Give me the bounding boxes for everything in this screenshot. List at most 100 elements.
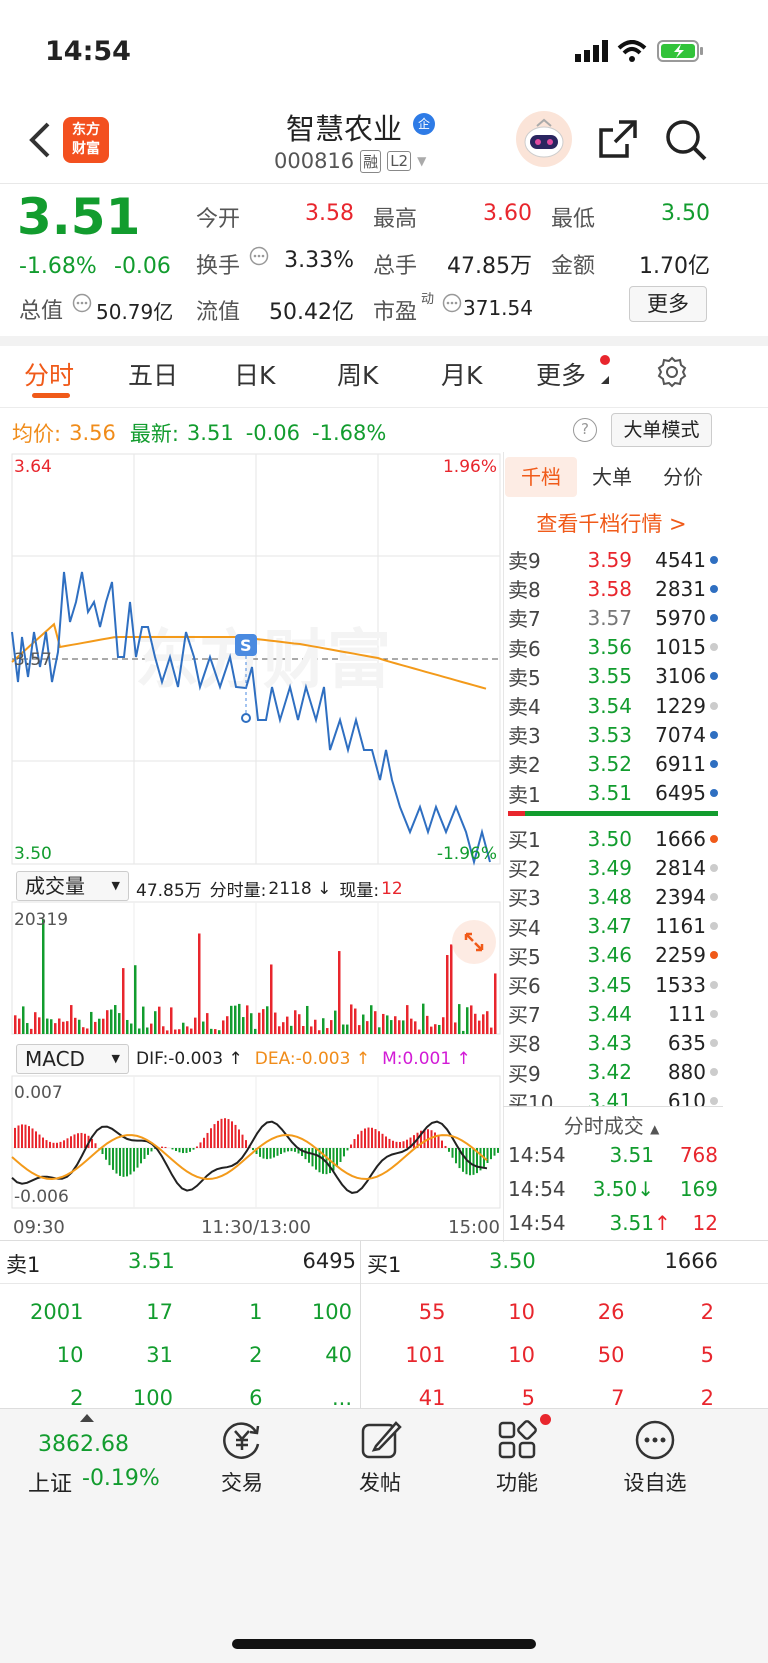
queue-cell: 2 — [70, 1385, 84, 1410]
turnover-info-icon[interactable] — [249, 246, 269, 266]
search-icon[interactable] — [664, 118, 708, 162]
back-icon[interactable] — [26, 120, 52, 160]
queue-cell: 10 — [508, 1342, 535, 1367]
level-label: 卖2 — [508, 753, 541, 778]
help-icon[interactable]: ? — [573, 418, 597, 442]
function-button[interactable]: 功能 — [480, 1418, 554, 1497]
volume-bar — [258, 1012, 261, 1034]
volume-bar — [430, 1026, 433, 1034]
thousand-link[interactable]: 查看千档行情 > — [505, 508, 718, 538]
index-percent[interactable]: -0.19% — [82, 1466, 160, 1491]
sell-level-8[interactable]: 卖8 3.58 2831 — [508, 574, 720, 603]
volume-bar — [262, 1009, 265, 1034]
svg-text:东方财富: 东方财富 — [135, 624, 391, 698]
more-button[interactable]: 更多 — [629, 286, 707, 322]
level-label: 卖8 — [508, 578, 541, 603]
enterprise-badge-icon: 企 — [413, 113, 435, 135]
sell-level-5[interactable]: 卖5 3.55 3106 — [508, 662, 720, 691]
tab-monthly-k[interactable]: 月K — [441, 356, 482, 392]
buy-level-6[interactable]: 买6 3.45 1533 — [508, 970, 720, 999]
robot-avatar-icon[interactable] — [515, 110, 573, 168]
buy-level-2[interactable]: 买2 3.49 2814 — [508, 853, 720, 882]
volume-selector[interactable]: 成交量 ▼ — [16, 871, 129, 901]
macd-bar — [374, 1129, 377, 1148]
turnover-label: 换手 — [196, 254, 241, 279]
m-value: M:0.001 ↑ — [382, 1049, 471, 1069]
macd-bar — [402, 1141, 405, 1148]
side-tab-big[interactable]: 大单 — [580, 457, 644, 497]
sell-level-2[interactable]: 卖2 3.52 6911 — [508, 749, 720, 778]
buy-level-10[interactable]: 买10 3.41 610 — [508, 1087, 720, 1106]
macd-bar — [231, 1121, 233, 1148]
sell-level-1[interactable]: 卖1 3.51 6495 — [508, 779, 720, 808]
enterprise-badge-label: 企 — [417, 117, 430, 131]
buy-level-4[interactable]: 买4 3.47 1161 — [508, 912, 720, 941]
buy-level-8[interactable]: 买8 3.43 635 — [508, 1028, 720, 1057]
tab-five-day[interactable]: 五日 — [128, 356, 178, 392]
sell-level-7[interactable]: 卖7 3.57 5970 — [508, 603, 720, 632]
status-time: 14:54 — [45, 36, 131, 67]
macd-selector[interactable]: MACD ▼ — [16, 1044, 129, 1074]
buy-level-5[interactable]: 买5 3.46 2259 — [508, 941, 720, 970]
watchlist-button[interactable]: 设自选 — [617, 1418, 693, 1497]
volume-bar — [374, 1011, 377, 1034]
tab-more[interactable]: 更多 — [536, 356, 586, 392]
macd-bar — [38, 1134, 41, 1148]
dif-value: DIF:-0.003 ↑ — [136, 1049, 243, 1069]
post-button[interactable]: 发帖 — [343, 1418, 417, 1497]
volume-bar — [306, 1005, 309, 1034]
buy-level-9[interactable]: 买9 3.42 880 — [508, 1058, 720, 1087]
expand-icon[interactable] — [452, 920, 496, 964]
buy-level-1[interactable]: 买1 3.50 1666 — [508, 824, 720, 853]
volume-bar — [90, 1011, 93, 1034]
share-icon[interactable] — [597, 118, 639, 160]
settings-gear-icon[interactable] — [656, 356, 688, 388]
macd-bar — [52, 1142, 55, 1148]
info-circle-icon[interactable] — [72, 293, 92, 313]
change-percent: -1.68% — [19, 254, 97, 279]
volume-bar — [350, 1004, 353, 1034]
volume-bar — [330, 1020, 333, 1034]
level-price: 3.51 — [587, 781, 632, 806]
volume-bar — [378, 1027, 381, 1034]
buy-level-3[interactable]: 买3 3.48 2394 — [508, 882, 720, 911]
home-indicator[interactable] — [232, 1639, 536, 1649]
macd-bar — [497, 1148, 499, 1153]
sell-order-list: 卖9 3.59 4541 卖8 3.58 2831 卖7 3.57 5970 卖6 3.56 1015… — [508, 545, 720, 808]
sell-level-4[interactable]: 卖4 3.54 1229 — [508, 691, 720, 720]
volume-bar — [46, 1018, 49, 1034]
macd-info: DIF:-0.003 ↑ DEA:-0.003 ↑ M:0.001 ↑ — [136, 1049, 471, 1069]
macd-bar — [241, 1134, 244, 1148]
queue-cell: 5 — [700, 1342, 714, 1367]
sell-level-6[interactable]: 卖6 3.56 1015 — [508, 633, 720, 662]
charts-area[interactable]: 东方财富 S 3.64 3.57 3.50 1.96% -1.96% 20319… — [0, 452, 505, 1262]
macd-bar — [182, 1148, 184, 1154]
side-tab-thousand[interactable]: 千档 — [505, 457, 577, 497]
sell-level-3[interactable]: 卖3 3.53 7074 — [508, 720, 720, 749]
macd-bar — [406, 1139, 408, 1148]
tab-weekly-k[interactable]: 周K — [337, 356, 378, 392]
tick-time: 14:54 — [508, 1143, 566, 1167]
volume-bar — [66, 1021, 69, 1034]
macd-bar — [388, 1138, 391, 1148]
tick-volume: 768 — [679, 1143, 718, 1167]
macd-bar — [178, 1148, 181, 1153]
side-tab-price[interactable]: 分价 — [650, 457, 716, 497]
index-name[interactable]: 上证 — [28, 1466, 72, 1498]
rong-tag: 融 — [360, 149, 382, 173]
tab-daily-k[interactable]: 日K — [234, 356, 275, 392]
index-collapse-arrow-icon[interactable] — [80, 1414, 94, 1422]
macd-bar — [161, 1146, 163, 1148]
sell-level-9[interactable]: 卖9 3.59 4541 — [508, 545, 720, 574]
big-order-mode-button[interactable]: 大单模式 — [611, 413, 712, 447]
index-value[interactable]: 3862.68 — [38, 1432, 129, 1457]
tabs-divider — [0, 407, 768, 408]
trade-button[interactable]: 交易 — [205, 1418, 279, 1497]
dropdown-arrow-icon[interactable]: ▼ — [417, 154, 426, 168]
queue-cell: 50 — [597, 1342, 625, 1367]
pe-info-icon[interactable] — [442, 293, 462, 313]
level-volume: 880 — [667, 1060, 706, 1085]
tab-intraday[interactable]: 分时 — [24, 356, 74, 392]
ticks-title[interactable]: 分时成交 ▲ — [505, 1110, 718, 1139]
buy-level-7[interactable]: 买7 3.44 111 — [508, 999, 720, 1028]
